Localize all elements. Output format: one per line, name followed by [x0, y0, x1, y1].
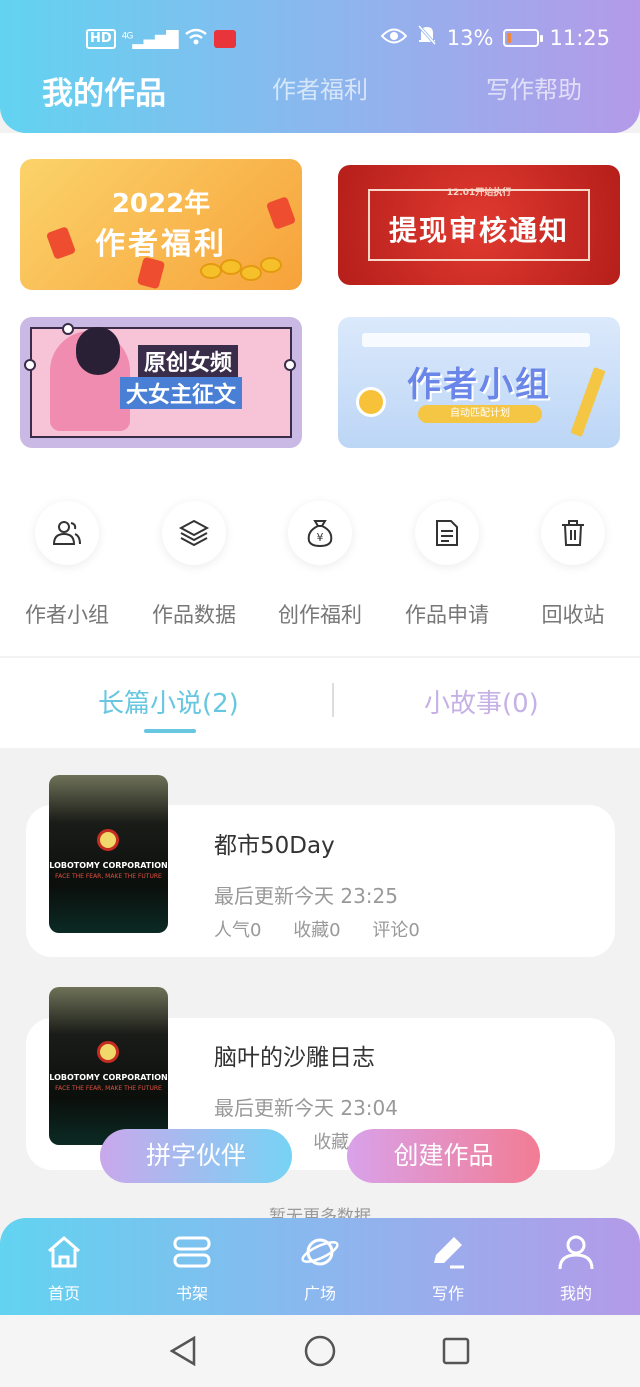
active-tab-indicator [144, 729, 196, 733]
app-notification-icon [213, 30, 236, 48]
home-circle-icon[interactable] [304, 1335, 336, 1367]
work-updated: 最后更新今天 23:04 [214, 1096, 398, 1120]
main-panel: 2022年 作者福利 12.01开始执行 提现审核通知 原创女频 大女主征文 作… [0, 133, 640, 748]
home-icon [48, 1236, 80, 1268]
clock: 11:25 [549, 25, 610, 50]
divider [0, 656, 640, 658]
cover-subtitle: FACE THE FEAR, MAKE THE FUTURE [55, 873, 162, 880]
header: HD 4G▂▄▆█ 13% 11:25 我的作品 作者福利 写作帮助 [0, 0, 640, 133]
tab-my-works[interactable]: 我的作品 [42, 68, 166, 113]
pen-icon [434, 1237, 464, 1269]
back-icon[interactable] [168, 1335, 198, 1367]
tab-author-welfare[interactable]: 作者福利 [272, 70, 368, 105]
cover-title: LOBOTOMY CORPORATION [49, 1073, 168, 1082]
book-cover-2[interactable]: LOBOTOMY CORPORATION FACE THE FEAR, MAKE… [49, 987, 168, 1145]
nav-label: 我的 [559, 1284, 592, 1303]
action-label: 创作福利 [278, 603, 362, 627]
work-favorites: 收藏0 [293, 920, 341, 941]
banner-author-welfare[interactable]: 2022年 作者福利 [20, 159, 302, 290]
bottom-nav: 首页 书架 广场 写作 我的 [0, 1218, 640, 1315]
lobotomy-logo [97, 829, 119, 851]
work-popularity: 人气0 [214, 920, 262, 941]
work-updated: 最后更新今天 23:25 [214, 884, 398, 908]
nav-label: 书架 [175, 1284, 208, 1303]
wifi-icon [184, 28, 208, 50]
nav-write[interactable]: 写作 [408, 1232, 488, 1304]
signal-icon: 4G▂▄▆█ [121, 29, 179, 49]
tab-short-stories[interactable]: 小故事(0) [424, 683, 539, 720]
mute-bell-icon [417, 24, 437, 51]
nav-plaza[interactable]: 广场 [280, 1232, 360, 1304]
action-author-group[interactable]: 作者小组 [17, 501, 117, 629]
cover-title: LOBOTOMY CORPORATION [49, 861, 168, 870]
action-label: 作者小组 [25, 603, 109, 627]
tab-separator [332, 683, 334, 717]
layers-icon [178, 519, 210, 547]
action-label: 作品数据 [152, 603, 236, 627]
banner-contest-line2: 大女主征文 [120, 377, 243, 409]
tab-long-novels[interactable]: 长篇小说(2) [98, 683, 239, 720]
tab-writing-help[interactable]: 写作帮助 [486, 70, 582, 105]
work-comments: 评论0 [372, 920, 420, 941]
nav-mine[interactable]: 我的 [536, 1232, 616, 1304]
action-label: 回收站 [541, 603, 605, 627]
create-work-button[interactable]: 创建作品 [347, 1129, 540, 1183]
users-icon [52, 521, 81, 545]
work-favorites: 收藏 [313, 1132, 350, 1153]
work-title[interactable]: 都市50Day [214, 826, 335, 860]
system-nav-bar [0, 1315, 640, 1387]
work-title[interactable]: 脑叶的沙雕日志 [214, 1038, 375, 1072]
battery-percent: 13% [446, 25, 494, 50]
lobotomy-logo [97, 1041, 119, 1063]
action-creation-welfare[interactable]: ¥ 创作福利 [270, 501, 370, 629]
book-cover-1[interactable]: LOBOTOMY CORPORATION FACE THE FEAR, MAKE… [49, 775, 168, 933]
partner-button[interactable]: 拼字伙伴 [100, 1129, 292, 1183]
nav-home[interactable]: 首页 [24, 1232, 104, 1304]
banner-female-contest[interactable]: 原创女频 大女主征文 [20, 317, 302, 448]
bookshelf-icon [173, 1236, 211, 1268]
action-work-apply[interactable]: 作品申请 [397, 501, 497, 629]
banner-author-group[interactable]: 作者小组 自动匹配计划 [338, 317, 620, 448]
banner-group-title: 作者小组 [407, 365, 551, 405]
nav-bookshelf[interactable]: 书架 [152, 1232, 232, 1304]
svg-text:¥: ¥ [317, 531, 324, 544]
banner-withdraw-date: 12.01开始执行 [446, 188, 512, 198]
planet-icon [301, 1238, 339, 1266]
banner-withdraw-notice[interactable]: 12.01开始执行 提现审核通知 [338, 165, 620, 285]
hd-badge: HD [86, 29, 116, 49]
banner-welfare-year: 2022年 [111, 189, 211, 219]
nav-label: 首页 [47, 1284, 80, 1303]
action-work-data[interactable]: 作品数据 [144, 501, 244, 629]
banner-welfare-title: 作者福利 [95, 227, 227, 262]
document-icon [436, 520, 458, 546]
banner-group-pill: 自动匹配计划 [418, 405, 542, 423]
recents-icon[interactable] [442, 1337, 470, 1365]
eye-icon [380, 26, 408, 50]
trash-icon [562, 520, 584, 546]
nav-label: 广场 [303, 1284, 336, 1303]
user-icon [558, 1235, 594, 1270]
nav-label: 写作 [431, 1284, 464, 1303]
action-recycle-bin[interactable]: 回收站 [523, 501, 623, 629]
work-stats: 人气0 收藏0 评论0 [214, 916, 446, 942]
banner-withdraw-title: 提现审核通知 [388, 214, 569, 247]
action-label: 作品申请 [405, 603, 489, 627]
banner-contest-line1: 原创女频 [138, 345, 239, 377]
money-bag-icon: ¥ [307, 520, 333, 548]
cover-subtitle: FACE THE FEAR, MAKE THE FUTURE [55, 1085, 162, 1092]
battery-icon [503, 28, 544, 47]
